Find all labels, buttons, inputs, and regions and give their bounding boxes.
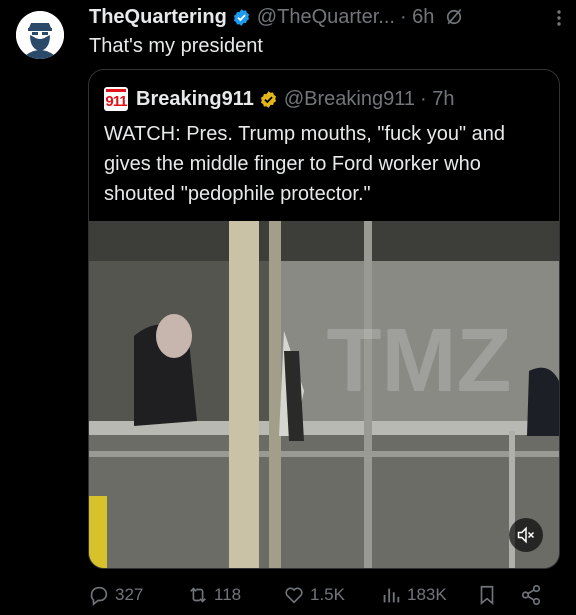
verified-icon bbox=[233, 8, 249, 26]
video-frame: TMZ bbox=[89, 221, 559, 568]
like-button[interactable]: 1.5K bbox=[283, 580, 345, 610]
author-name[interactable]: TheQuartering bbox=[89, 6, 227, 29]
bookmark-button[interactable] bbox=[476, 580, 503, 610]
avatar[interactable] bbox=[16, 11, 64, 59]
tweet-header: TheQuartering @TheQuarter... · 6h bbox=[89, 5, 560, 29]
views-button[interactable]: 183K bbox=[380, 580, 447, 610]
quote-time[interactable]: · 7h bbox=[420, 88, 454, 111]
logo-text: 911 bbox=[105, 93, 127, 110]
avatar-icon bbox=[16, 11, 64, 59]
breaking911-logo: 911 bbox=[104, 87, 128, 111]
mute-button[interactable] bbox=[509, 518, 543, 552]
quote-header: 911 Breaking911 @Breaking911 · 7h bbox=[104, 87, 454, 111]
video-watermark: TMZ bbox=[327, 311, 512, 411]
bookmark-icon bbox=[480, 585, 494, 606]
reply-icon bbox=[90, 586, 108, 606]
like-icon bbox=[285, 587, 303, 604]
author-handle[interactable]: @TheQuarter... bbox=[257, 6, 395, 29]
action-bar: 327 118 1.5K 183K bbox=[88, 580, 558, 610]
views-icon bbox=[383, 588, 400, 603]
grok-icon[interactable] bbox=[444, 7, 464, 27]
video-player[interactable]: TMZ bbox=[89, 221, 559, 568]
mute-icon bbox=[517, 526, 535, 544]
verified-gold-icon bbox=[260, 90, 276, 108]
tweet-time[interactable]: · 6h bbox=[400, 6, 434, 29]
more-icon[interactable] bbox=[556, 9, 562, 27]
quote-author-handle[interactable]: @Breaking911 bbox=[284, 88, 415, 111]
like-count: 1.5K bbox=[310, 585, 345, 604]
quote-author-name[interactable]: Breaking911 bbox=[136, 88, 254, 111]
tweet-text: That's my president bbox=[89, 35, 263, 57]
reply-button[interactable]: 327 bbox=[88, 580, 143, 610]
share-icon bbox=[521, 585, 541, 605]
repost-button[interactable]: 118 bbox=[187, 580, 241, 610]
share-button[interactable] bbox=[520, 580, 547, 610]
quote-text: WATCH: Pres. Trump mouths, "fuck you" an… bbox=[104, 123, 505, 205]
quoted-tweet[interactable]: 911 Breaking911 @Breaking911 · 7h WATCH:… bbox=[88, 69, 560, 569]
reply-count: 327 bbox=[115, 585, 144, 604]
views-count: 183K bbox=[407, 585, 447, 604]
repost-count: 118 bbox=[214, 585, 242, 604]
repost-icon bbox=[190, 587, 206, 603]
